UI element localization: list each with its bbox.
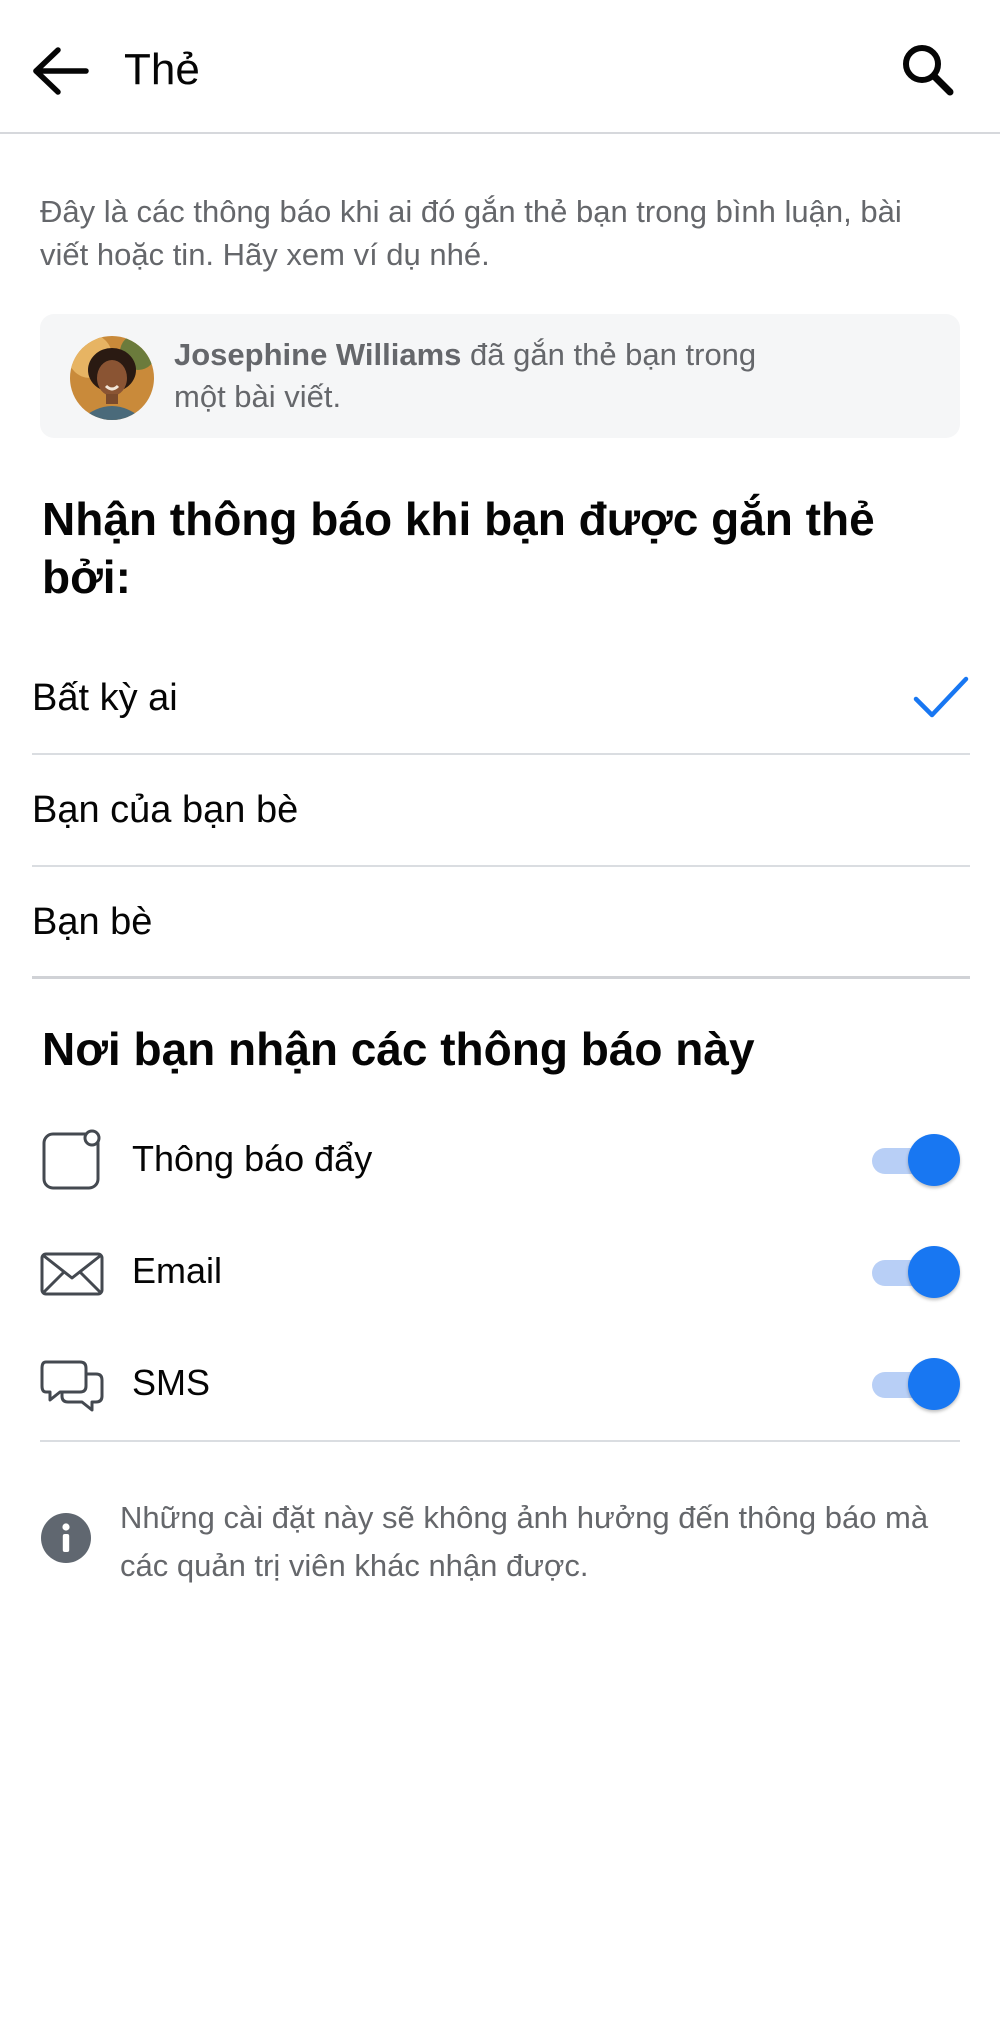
chat-bubbles-icon [40, 1360, 104, 1412]
back-button[interactable] [26, 36, 96, 106]
push-toggle[interactable] [864, 1134, 960, 1186]
sms-toggle[interactable] [864, 1358, 960, 1410]
option-anyone[interactable]: Bất kỳ ai [32, 643, 970, 755]
email-toggle[interactable] [864, 1246, 960, 1298]
info-icon [41, 1513, 91, 1563]
info-note-text: Những cài đặt này sẽ không ảnh hưởng đến… [120, 1500, 929, 1583]
channel-label: SMS [132, 1362, 211, 1403]
option-label: Bạn của bạn bè [32, 789, 299, 831]
arrow-left-icon [33, 47, 89, 95]
channel-label: Email [132, 1250, 223, 1291]
push-notification-icon [42, 1129, 101, 1190]
channels-heading: Nơi bạn nhận các thông báo này [42, 1023, 755, 1075]
toggle-thumb [908, 1358, 960, 1410]
example-notification-text: Josephine Williams đã gắn thẻ bạn trong … [174, 334, 814, 418]
section-divider [40, 1440, 960, 1442]
top-app-bar: Thẻ [0, 0, 1000, 134]
example-user-name: Josephine Williams [174, 337, 462, 372]
checkmark-icon [913, 676, 969, 718]
channel-email[interactable]: Email [40, 1222, 960, 1322]
avatar [70, 336, 154, 420]
channel-sms[interactable]: SMS [40, 1334, 960, 1434]
envelope-icon [40, 1252, 104, 1296]
intro-description: Đây là các thông báo khi ai đó gắn thẻ b… [40, 194, 902, 272]
channel-push[interactable]: Thông báo đẩy [40, 1110, 960, 1210]
search-icon [903, 45, 954, 96]
page-title: Thẻ [124, 45, 200, 94]
option-friends[interactable]: Bạn bè [32, 867, 970, 979]
example-notification-card: Josephine Williams đã gắn thẻ bạn trong … [40, 314, 960, 438]
channel-label: Thông báo đẩy [132, 1138, 373, 1179]
toggle-thumb [908, 1246, 960, 1298]
search-button[interactable] [892, 34, 962, 104]
option-friends-of-friends[interactable]: Bạn của bạn bè [32, 755, 970, 867]
tag-settings-screen: Thẻ Đây là các thông báo khi ai đó gắn t… [0, 0, 1000, 2022]
option-label: Bạn bè [32, 901, 153, 943]
toggle-thumb [908, 1134, 960, 1186]
tagged-by-heading: Nhận thông báo khi bạn được gắn thẻ bởi: [42, 493, 875, 603]
option-label: Bất kỳ ai [32, 677, 178, 719]
